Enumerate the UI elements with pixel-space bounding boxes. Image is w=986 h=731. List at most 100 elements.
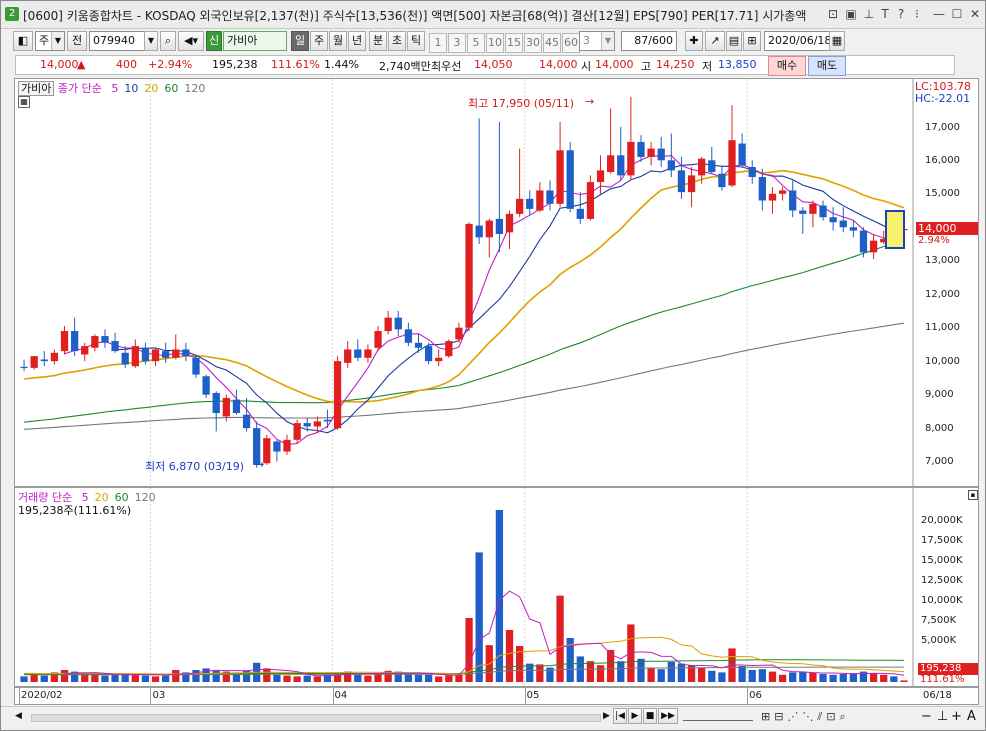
x-axis-label: 04	[334, 690, 348, 701]
interval-60[interactable]: 60	[562, 33, 580, 53]
prev-button[interactable]: 전	[67, 31, 87, 51]
period-select[interactable]: 주 ▼	[35, 31, 65, 51]
interval-45[interactable]: 45	[543, 33, 561, 53]
volume-bar	[849, 673, 858, 682]
play-back-icon[interactable]: |◀	[613, 708, 627, 724]
price-legend: 가비아 종가 단순 5 10 20 60 120	[18, 80, 205, 96]
quote-turnover: 1.44%	[324, 58, 359, 71]
maximize-icon[interactable]: ☐	[949, 6, 965, 22]
tab-minute[interactable]: 분	[369, 31, 387, 51]
interval-1[interactable]: 1	[429, 33, 447, 53]
tool-crosshair-icon[interactable]: ✚	[685, 31, 703, 51]
pin-icon[interactable]: ⊥	[861, 6, 877, 22]
settings-icon[interactable]: ⁝	[909, 6, 925, 22]
x-axis-label: 06	[749, 690, 762, 701]
drawing-tools-icon[interactable]: ⊞⊟⋰⋱⫽⊡⌕	[761, 710, 850, 724]
speaker-icon[interactable]: ◀▾	[178, 31, 204, 51]
volume-tick: 5,000K	[921, 635, 957, 646]
candle	[778, 187, 787, 201]
horizontal-scrollbar[interactable]	[31, 714, 601, 722]
interval-5[interactable]: 5	[467, 33, 485, 53]
speed-slider[interactable]	[683, 711, 753, 721]
tab-week[interactable]: 주	[310, 31, 328, 51]
scroll-right-icon[interactable]: ▶	[603, 711, 610, 721]
arrow-up-icon[interactable]: A	[967, 709, 976, 724]
candle	[607, 108, 615, 174]
volume-bar	[778, 674, 787, 682]
price-panel[interactable]: 가비아 종가 단순 5 10 20 60 120 ▦ LC:103.78 HC:-22.…	[14, 78, 979, 487]
interval-10[interactable]: 10	[486, 33, 504, 53]
stock-code-input[interactable]: 079940	[89, 31, 145, 51]
candle	[374, 326, 382, 352]
calendar-icon[interactable]: ▦	[829, 31, 845, 51]
volume-bar	[172, 670, 180, 682]
interval-30[interactable]: 30	[524, 33, 542, 53]
best-bid-label: 최우선	[431, 60, 462, 73]
fast-forward-icon[interactable]: ▶▶	[658, 708, 678, 724]
candle	[445, 339, 453, 358]
help-icon[interactable]: ?	[893, 6, 909, 22]
copy-icon[interactable]: ▣	[843, 6, 859, 22]
print-icon[interactable]: ⊞	[743, 31, 761, 51]
stop-icon[interactable]: ■	[643, 708, 657, 724]
current-pct-label: 2.94%	[918, 235, 950, 246]
code-dropdown-icon[interactable]: ▼	[144, 31, 158, 51]
fit-icon[interactable]: ⊥	[937, 709, 948, 724]
tab-tick[interactable]: 틱	[407, 31, 425, 51]
tool-draw-icon[interactable]: ↗	[705, 31, 725, 51]
price-tick: 15,000	[925, 188, 960, 200]
interval-input[interactable]: 3 ▼	[579, 31, 615, 51]
volume-bar	[364, 675, 372, 682]
minimize-icon[interactable]: —	[931, 6, 947, 22]
grid-icon[interactable]: ▦	[18, 96, 30, 108]
save-icon[interactable]: ▤	[726, 31, 742, 51]
current-volume-pct: 111.61%	[920, 674, 965, 685]
toolbar: ◧ 주 ▼ 전 079940 ▼ ⌕ ◀▾ 신 가비아 일 주 월 년 분 초 틱…	[1, 31, 985, 53]
volume-bar	[637, 658, 645, 682]
panel-close-icon[interactable]: ▪	[968, 490, 978, 500]
zoom-in-icon[interactable]: +	[951, 709, 962, 724]
volume-bar	[829, 674, 837, 682]
search-icon[interactable]: ⌕	[160, 31, 176, 51]
x-axis-label: 03	[152, 690, 166, 701]
buy-button[interactable]: 매수	[768, 56, 806, 76]
volume-panel[interactable]: 거래량 단순 5 20 60 120 195,238주(111.61%) ▪ 20,0…	[14, 487, 979, 687]
volume-bar	[596, 665, 605, 682]
quote-ask: 14,000	[539, 58, 578, 71]
close-icon[interactable]: ✕	[967, 6, 983, 22]
scroll-left-icon[interactable]: ◀	[15, 711, 23, 723]
tab-second[interactable]: 초	[388, 31, 406, 51]
tab-day[interactable]: 일	[291, 31, 309, 51]
zoom-out-icon[interactable]: −	[921, 709, 932, 724]
volume-tick: 20,000K	[921, 515, 963, 526]
volume-bar	[617, 661, 625, 682]
count-field[interactable]: 87/600	[621, 31, 677, 51]
current-price-label: 14,000	[916, 222, 978, 235]
candle	[131, 339, 139, 368]
candle	[748, 160, 756, 184]
text-icon[interactable]: T	[877, 6, 893, 22]
volume-bar	[880, 674, 888, 682]
interval-3[interactable]: 3	[448, 33, 466, 53]
tab-year[interactable]: 년	[348, 31, 366, 51]
ma-legend-60: 60	[164, 82, 179, 95]
layout-icon[interactable]: ◧	[13, 31, 33, 51]
candle	[414, 334, 423, 353]
play-icon[interactable]: ▶	[628, 708, 642, 724]
candle	[809, 200, 817, 228]
interval-15[interactable]: 15	[505, 33, 523, 53]
volume-bar	[475, 552, 483, 682]
link-icon[interactable]: ⊡	[825, 6, 841, 22]
tab-month[interactable]: 월	[329, 31, 347, 51]
volume-bar	[162, 675, 170, 682]
candle	[40, 351, 48, 367]
quote-price: 14,000	[40, 58, 79, 71]
date-field[interactable]: 2020/06/18	[764, 31, 831, 51]
x-axis-tick	[747, 688, 749, 704]
volume-bar	[667, 662, 675, 682]
volume-bar	[748, 670, 756, 682]
candle	[384, 310, 392, 335]
volume-info: 195,238주(111.61%)	[18, 504, 132, 517]
sell-button[interactable]: 매도	[808, 56, 846, 76]
x-axis-tick	[524, 688, 526, 704]
